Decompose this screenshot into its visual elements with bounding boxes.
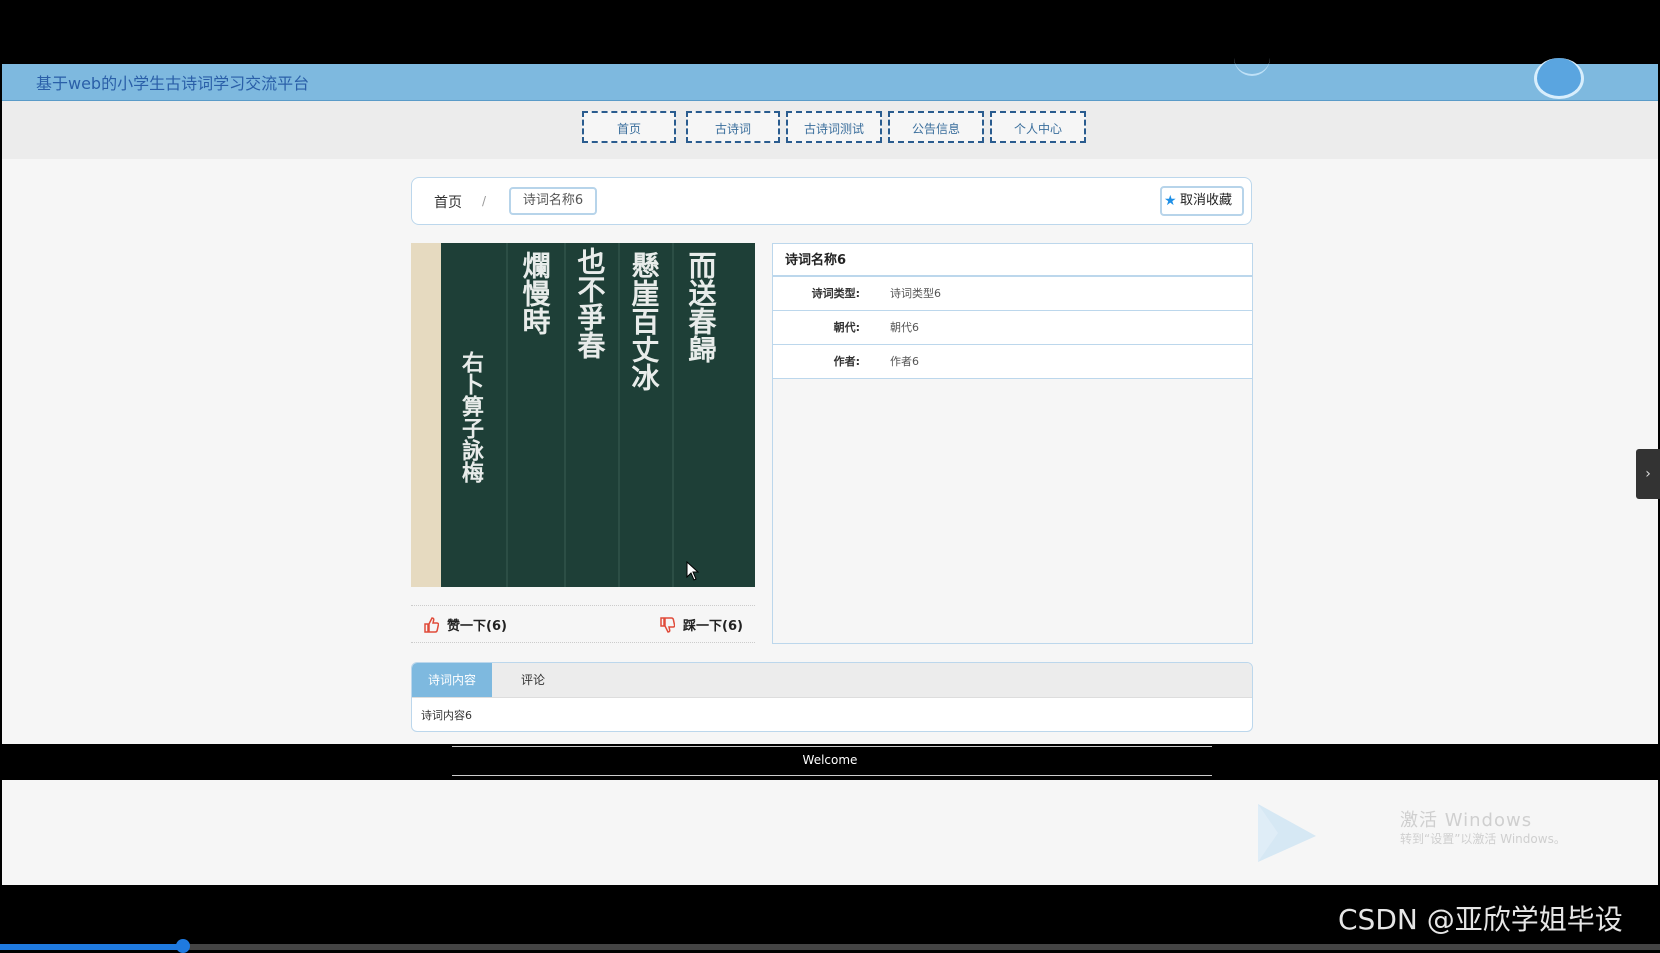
poem-calligraphy-image: 而送春歸 懸崖百丈冰 也不爭春 爛慢時 右卜算子詠梅 [411,243,755,587]
like-label: 赞一下(6) [447,619,507,634]
nav-home[interactable]: 首页 [582,111,676,143]
windows-activation-title: 激活 Windows [1400,810,1533,831]
poem-content-text: 诗词内容6 [421,709,472,722]
footer-divider [452,746,1212,747]
unfavorite-button[interactable]: ★ 取消收藏 [1160,186,1244,216]
footer-divider [452,775,1212,776]
calligraphy-column: 也不爭春 [574,247,607,359]
mouse-cursor-icon [686,561,700,581]
video-progress-fill [0,944,183,950]
vote-bar: 赞一下(6) 踩一下(6) [411,605,755,643]
calligraphy-column: 而送春歸 [685,251,718,363]
site-footer: Welcome [2,744,1658,780]
tab-strip: 诗词内容 评论 [412,663,1252,698]
detail-row-type: 诗词类型: 诗词类型6 [773,277,1252,311]
nav-poems[interactable]: 古诗词 [686,111,780,143]
thumbs-up-icon [424,617,440,633]
detail-row-dynasty: 朝代: 朝代6 [773,311,1252,345]
nav-announcements[interactable]: 公告信息 [888,111,984,143]
windows-activation-subtitle: 转到“设置”以激活 Windows。 [1400,832,1566,846]
detail-value: 诗词类型6 [890,287,941,300]
tab-poem-content[interactable]: 诗词内容 [412,663,492,697]
side-panel-toggle[interactable]: › [1636,449,1660,499]
site-header: 基于web的小学生古诗词学习交流平台 [2,58,1658,101]
unfavorite-label: 取消收藏 [1180,193,1233,208]
csdn-watermark: CSDN @亚欣学姐毕设 [1338,903,1623,936]
calligraphy-column: 爛慢時 [519,251,552,335]
detail-label: 朝代: [833,321,860,334]
breadcrumb-current: 诗词名称6 [509,187,597,215]
poem-title: 诗词名称6 [773,244,1252,277]
calligraphy-column: 右卜算子詠梅 [458,351,484,483]
breadcrumb-home[interactable]: 首页 [434,192,462,212]
star-icon: ★ [1164,193,1177,209]
poem-details-panel: 诗词名称6 诗词类型: 诗词类型6 朝代: 朝代6 作者: 作者6 [772,243,1253,644]
calligraphy-artwork: 而送春歸 懸崖百丈冰 也不爭春 爛慢時 右卜算子詠梅 [411,243,755,587]
footer-welcome: Welcome [802,753,858,767]
dislike-button[interactable]: 踩一下(6) [659,615,743,634]
windows-logo-icon [1258,804,1316,862]
nav-poem-test[interactable]: 古诗词测试 [786,111,882,143]
detail-row-author: 作者: 作者6 [773,345,1252,379]
like-button[interactable]: 赞一下(6) [423,615,507,634]
detail-value: 朝代6 [890,321,919,334]
nav-personal-center[interactable]: 个人中心 [990,111,1086,143]
dislike-label: 踩一下(6) [683,619,743,634]
content-tabs: 诗词内容 评论 诗词内容6 [411,662,1253,732]
detail-label: 作者: [833,355,860,368]
breadcrumb-separator: / [482,194,487,208]
detail-value: 作者6 [890,355,919,368]
video-progress-handle[interactable] [176,939,190,953]
user-avatar[interactable] [1534,58,1584,99]
thumbs-down-icon [660,617,676,633]
tab-comments[interactable]: 评论 [498,663,568,697]
header-decoration [1234,54,1270,76]
detail-label: 诗词类型: [811,287,860,300]
breadcrumb: 首页 / 诗词名称6 ★ 取消收藏 [411,177,1252,225]
calligraphy-column: 懸崖百丈冰 [628,251,661,391]
site-title: 基于web的小学生古诗词学习交流平台 [36,74,310,93]
chevron-right-icon: › [1645,466,1651,482]
main-nav: 首页 古诗词 古诗词测试 公告信息 个人中心 [2,101,1658,159]
video-progress-track[interactable] [0,944,1660,950]
